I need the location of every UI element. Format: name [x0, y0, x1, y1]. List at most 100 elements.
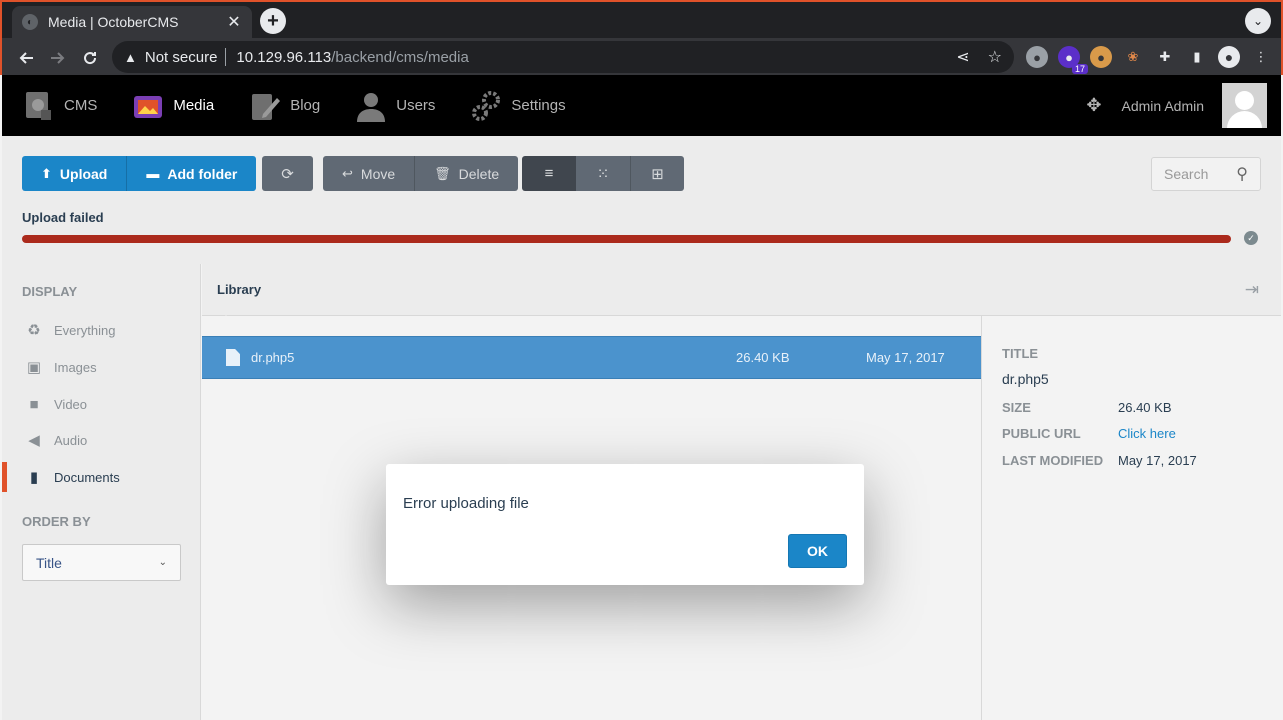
browser-toolbar: ▲ Not secure 10.129.96.113/backend/cms/m… — [2, 38, 1281, 77]
nav-item-users[interactable]: Users — [334, 75, 449, 136]
extension-1-icon[interactable]: ● — [1026, 46, 1048, 68]
list-view-button[interactable]: ≡ — [522, 156, 576, 191]
tab-strip: ◐ Media | OctoberCMS ✕ + ⌄ — [2, 2, 1281, 38]
chevron-down-icon: ⌄ — [158, 557, 167, 568]
file-size: 26.40 KB — [736, 350, 790, 365]
extension-3-icon[interactable]: ● — [1090, 46, 1112, 68]
new-tab-button[interactable]: + — [260, 8, 286, 34]
list-icon: ≡ — [544, 165, 554, 182]
avatar-head — [1235, 91, 1254, 110]
tab-title: Media | OctoberCMS — [48, 14, 179, 30]
sign-out-icon[interactable]: ⇥ — [1245, 280, 1259, 300]
order-by-select[interactable]: Title ⌄ — [22, 544, 181, 581]
sidepanel-icon[interactable]: ▮ — [1186, 46, 1208, 68]
recycle-icon: ♻ — [27, 322, 41, 339]
public-url-label: PUBLIC URL — [1002, 426, 1081, 441]
refresh-button[interactable]: ⟳ — [262, 156, 313, 191]
sidebar-item-label: Video — [54, 396, 88, 412]
nav-item-settings[interactable]: Settings — [449, 75, 579, 136]
refresh-icon: ⟳ — [281, 165, 294, 183]
sidebar-item-documents[interactable]: ▮ Documents — [2, 462, 201, 492]
share-icon[interactable]: ⋖ — [956, 47, 969, 67]
title-value: dr.php5 — [1002, 371, 1049, 387]
forward-button[interactable] — [42, 42, 74, 74]
kebab-menu-icon[interactable]: ⋮ — [1250, 46, 1272, 68]
upload-label: Upload — [59, 165, 108, 182]
address-bar[interactable]: ▲ Not secure 10.129.96.113/backend/cms/m… — [112, 41, 1014, 73]
puzzle-extensions-icon[interactable]: ✚ — [1154, 46, 1176, 68]
nav-item-blog[interactable]: Blog — [228, 75, 334, 136]
ok-button[interactable]: OK — [788, 534, 847, 568]
nav-item-cms[interactable]: CMS — [2, 75, 111, 136]
refresh-button-group: ⟳ — [262, 156, 313, 191]
document-icon: ▮ — [29, 469, 39, 486]
order-by-value: Title — [36, 554, 62, 571]
file-details-panel: TITLE dr.php5 SIZE 26.40 KB PUBLIC URL C… — [981, 316, 1281, 720]
last-modified-label: LAST MODIFIED — [1002, 453, 1104, 468]
settings-icon — [469, 89, 503, 123]
audio-icon: ◀ — [28, 432, 40, 449]
trash-icon: 🗑 — [434, 165, 451, 181]
reply-arrow-icon: ↩ — [342, 165, 353, 181]
sidebar-item-label: Audio — [54, 432, 88, 448]
large-grid-view-button[interactable]: ⊞ — [630, 156, 684, 191]
october-favicon-icon: ◐ — [22, 14, 38, 30]
header-user-area: ✥ Admin Admin — [1086, 75, 1281, 136]
nav-label-settings: Settings — [511, 97, 566, 114]
avatar[interactable] — [1222, 83, 1267, 128]
sidebar-item-images[interactable]: ▣ Images — [2, 352, 201, 382]
forward-arrow-icon — [51, 51, 65, 64]
breadcrumb-notch — [218, 308, 234, 316]
cookie-icon[interactable]: ❀ — [1122, 46, 1144, 68]
upload-status: Upload failed — [22, 210, 104, 225]
search-input[interactable]: Search ⚲ — [1151, 157, 1261, 191]
sidebar-item-everything[interactable]: ♻ Everything — [2, 315, 201, 345]
extension-2-icon[interactable]: ● 17 — [1058, 46, 1088, 74]
file-modified: May 17, 2017 — [866, 350, 945, 365]
tab-search-button[interactable]: ⌄ — [1245, 8, 1271, 34]
small-grid-view-button[interactable]: ⁙ — [576, 156, 630, 191]
tab-close-icon[interactable]: ✕ — [226, 12, 242, 32]
nav-label-blog: Blog — [290, 97, 321, 114]
search-icon[interactable]: ⚲ — [1236, 164, 1248, 184]
check-circle-icon[interactable]: ✓ — [1244, 231, 1258, 245]
add-folder-label: Add folder — [167, 165, 238, 182]
bookmark-star-icon[interactable]: ☆ — [988, 47, 1002, 67]
sidebar-item-video[interactable]: ■ Video — [2, 389, 201, 419]
upload-progress-bar — [22, 235, 1231, 243]
delete-button[interactable]: 🗑 Delete — [414, 156, 519, 191]
profile-icon[interactable]: ● — [1218, 46, 1240, 68]
title-label: TITLE — [1002, 346, 1039, 361]
public-url-link[interactable]: Click here — [1118, 426, 1176, 441]
delete-label: Delete — [458, 165, 500, 182]
media-icon — [131, 89, 165, 123]
nav-item-media[interactable]: Media — [111, 75, 228, 136]
user-name[interactable]: Admin Admin — [1122, 98, 1204, 114]
app-header: CMS Media Blog Users Settings ✥ Admin Ad… — [2, 75, 1281, 136]
sidebar-item-label: Images — [54, 359, 97, 375]
upload-button[interactable]: ⬆ Upload — [22, 156, 127, 191]
move-arrows-icon[interactable]: ✥ — [1086, 95, 1101, 116]
sidebar-item-label: Everything — [54, 322, 116, 338]
warning-icon: ▲ — [124, 49, 137, 65]
size-label: SIZE — [1002, 400, 1031, 415]
add-folder-button[interactable]: ▬ Add folder — [126, 156, 257, 191]
move-delete-group: ↩ Move 🗑 Delete — [323, 156, 519, 191]
avatar-body — [1227, 111, 1262, 128]
back-arrow-icon — [19, 51, 33, 64]
video-icon: ■ — [29, 395, 39, 413]
sidebar-item-audio[interactable]: ◀ Audio — [2, 425, 201, 455]
file-name: dr.php5 — [251, 350, 295, 365]
url-path: /backend/cms/media — [331, 48, 469, 66]
large-grid-icon: ⊞ — [651, 165, 664, 183]
library-title[interactable]: Library — [217, 282, 261, 297]
move-button[interactable]: ↩ Move — [323, 156, 415, 191]
browser-chrome: ◐ Media | OctoberCMS ✕ + ⌄ ▲ Not secure … — [0, 0, 1283, 75]
cms-icon — [22, 89, 56, 123]
browser-tab[interactable]: ◐ Media | OctoberCMS ✕ — [12, 6, 252, 38]
upload-button-group: ⬆ Upload ▬ Add folder — [22, 156, 257, 191]
table-row[interactable]: dr.php5 26.40 KB May 17, 2017 — [202, 336, 981, 379]
back-button[interactable] — [10, 42, 42, 74]
library-header: Library ⇥ — [202, 264, 1281, 316]
reload-button[interactable] — [74, 42, 106, 74]
